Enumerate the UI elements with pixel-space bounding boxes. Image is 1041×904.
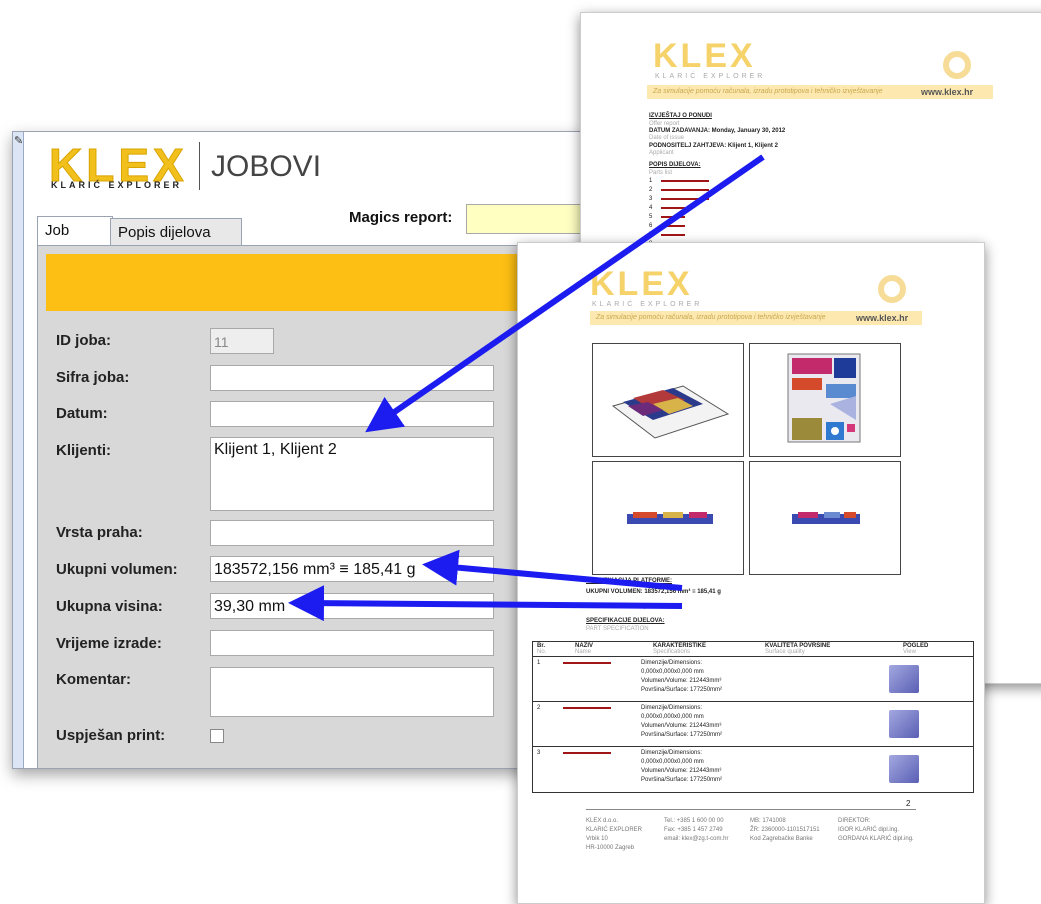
arrow-visina — [288, 585, 683, 622]
arrow-klijenti — [365, 154, 765, 433]
annotation-arrows — [288, 154, 765, 622]
arrow-volumen — [422, 549, 683, 591]
